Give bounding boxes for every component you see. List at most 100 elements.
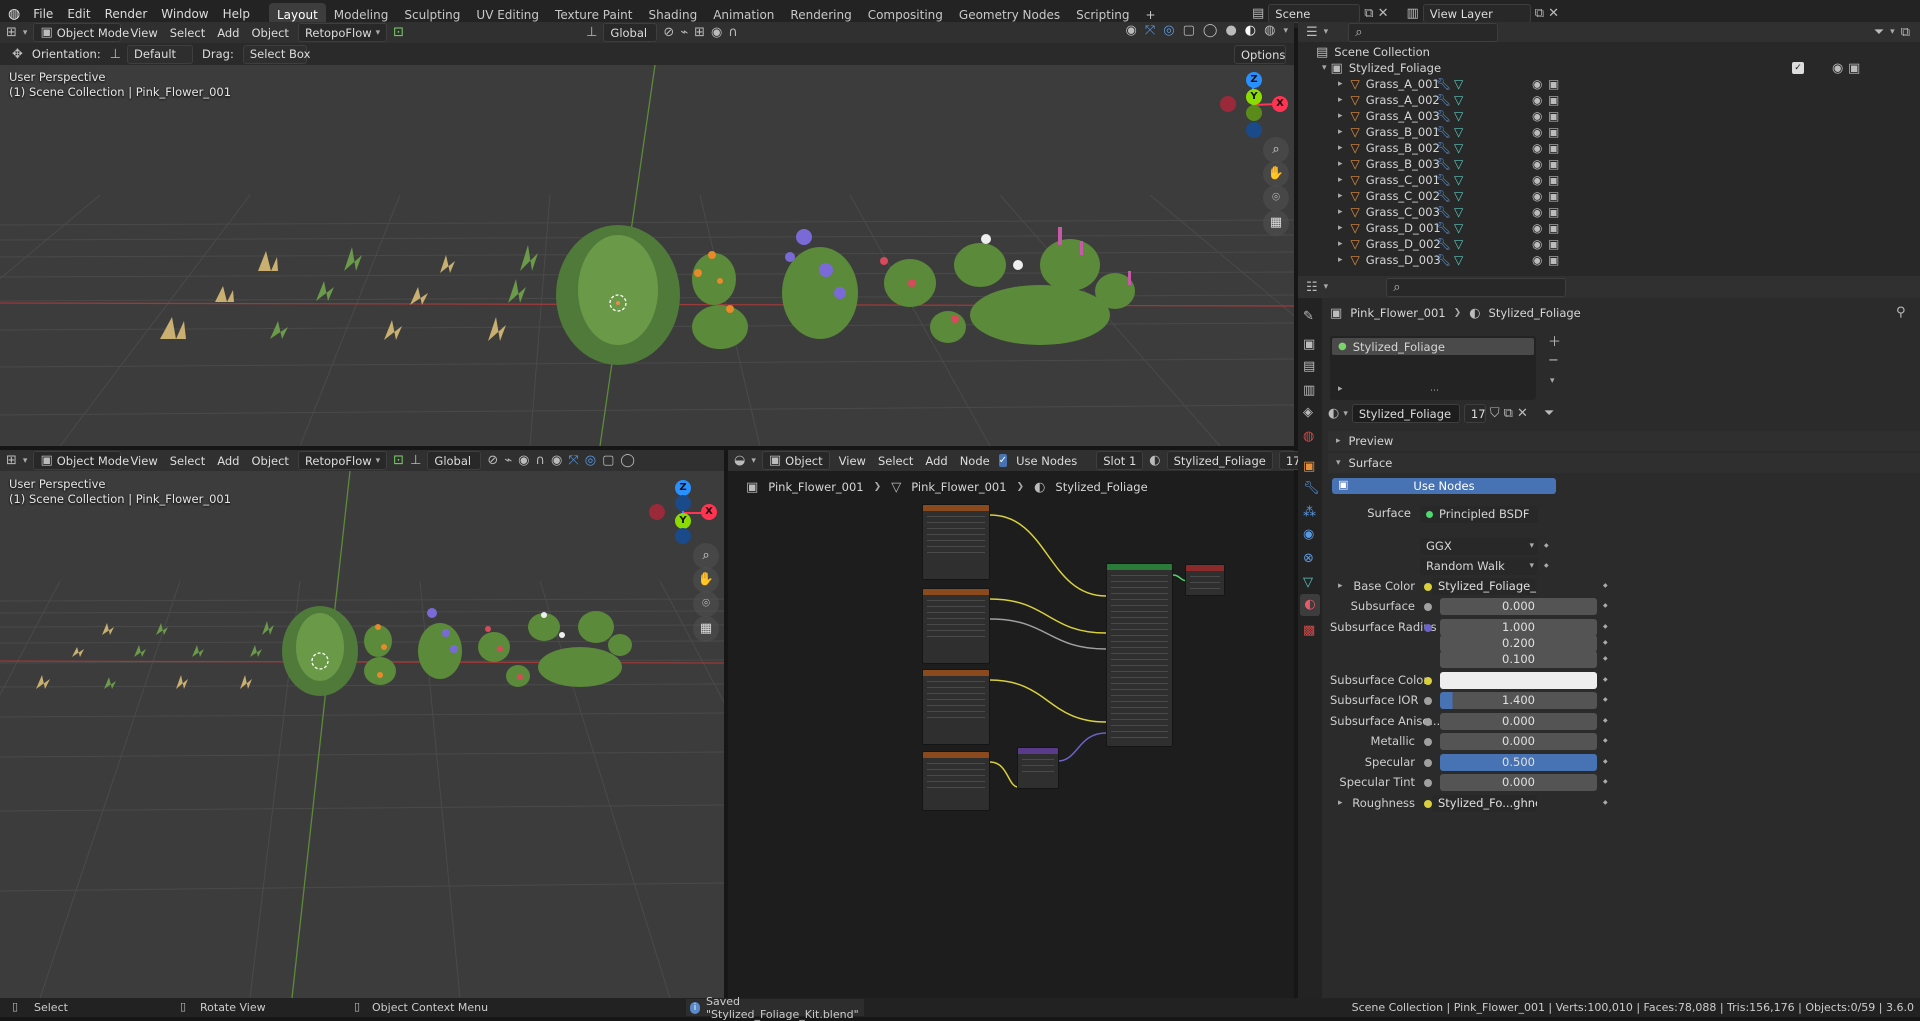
- numeric-field[interactable]: 0.100: [1440, 651, 1597, 668]
- gizmo2-neg-z[interactable]: [675, 495, 691, 511]
- view-layer-tab-icon[interactable]: ▥: [1303, 384, 1315, 397]
- keyframe-dot-icon[interactable]: ◆: [1603, 717, 1608, 724]
- image-texture-node-opacity[interactable]: [922, 669, 990, 745]
- visibility-eye-icon[interactable]: ◉: [1532, 174, 1542, 186]
- expand-icon[interactable]: ▸: [1338, 127, 1343, 137]
- node-editor-type-icon[interactable]: ◒: [734, 454, 745, 467]
- viewport-3d-top[interactable]: User Perspective (1) Scene Collection | …: [0, 65, 1294, 446]
- new-view-layer-icon[interactable]: ⧉: [1535, 7, 1544, 20]
- pivot-icon[interactable]: ⊘: [663, 26, 674, 39]
- falloff-icon[interactable]: ∩: [728, 26, 738, 39]
- modifier-icon[interactable]: 🔧︎: [1436, 78, 1451, 90]
- mesh-data-icon[interactable]: ▽: [1454, 174, 1463, 186]
- outliner-object-row[interactable]: ▸ ▽ Grass_D_003 🔧︎ ▽ ◉ ▣: [1338, 252, 1920, 268]
- outliner-object-row[interactable]: ▸ ▽ Grass_D_002 🔧︎ ▽ ◉ ▣: [1338, 236, 1920, 252]
- expand-icon[interactable]: ▸: [1338, 239, 1343, 249]
- shader-type-selector[interactable]: ▣ Object: [761, 451, 830, 470]
- overlay-toggle-icon[interactable]: ◎: [1163, 24, 1174, 37]
- outliner-search-input[interactable]: ⌕: [1348, 22, 1499, 42]
- mesh-data-icon[interactable]: ▽: [1454, 158, 1463, 170]
- unlink-material-icon[interactable]: ✕: [1517, 407, 1528, 420]
- slot-specials-icon[interactable]: ▾: [1550, 376, 1555, 386]
- render-camera-icon[interactable]: ▣: [1548, 78, 1559, 90]
- texture-link-field[interactable]: Stylized_Fo...ghness.tga: [1432, 795, 1537, 812]
- keyframe-dot-icon[interactable]: ◆: [1603, 623, 1608, 630]
- list-resize-grip[interactable]: ⋯: [1430, 386, 1439, 396]
- surface-panel-header[interactable]: ▾ Surface: [1328, 453, 1920, 473]
- mesh-data-icon[interactable]: ▽: [1454, 254, 1463, 266]
- gizmo-neg-z[interactable]: [1246, 122, 1262, 138]
- node-editor[interactable]: ▣ Pink_Flower_001 ❯ ▽ Pink_Flower_001 ❯ …: [728, 471, 1294, 998]
- render-camera-icon[interactable]: ▣: [1548, 254, 1559, 266]
- wireframe-shading-icon[interactable]: ◯: [1203, 24, 1218, 37]
- menu-view[interactable]: View: [127, 454, 160, 468]
- pin-icon[interactable]: ⚲: [1896, 306, 1906, 319]
- pivot-icon[interactable]: ⊘: [487, 454, 498, 467]
- modifier-icon[interactable]: 🔧︎: [1436, 126, 1451, 138]
- outliner-object-row[interactable]: ▸ ▽ Grass_C_002 🔧︎ ▽ ◉ ▣: [1338, 188, 1920, 204]
- menu-object[interactable]: Object: [248, 454, 291, 468]
- visibility-eye-icon[interactable]: ◉: [1532, 206, 1542, 218]
- delete-scene-icon[interactable]: ✕: [1378, 7, 1389, 20]
- visibility-eye-icon[interactable]: ◉: [1532, 142, 1542, 154]
- socket-icon[interactable]: [1424, 624, 1432, 632]
- orientation-selector[interactable]: Global: [427, 451, 482, 470]
- xray-icon[interactable]: ▢: [1183, 24, 1195, 37]
- material-shading-icon[interactable]: ◐: [1245, 24, 1256, 37]
- use-nodes-checkbox[interactable]: ✓: [998, 454, 1008, 467]
- render-camera-icon[interactable]: ▣: [1548, 94, 1559, 106]
- keyframe-dot-icon[interactable]: ◆: [1603, 639, 1608, 646]
- tool-tab-icon[interactable]: ✎: [1303, 310, 1314, 323]
- visibility-icon[interactable]: ◉: [551, 454, 562, 467]
- mesh-data-icon[interactable]: ▽: [1454, 126, 1463, 138]
- gizmo2-neg-x[interactable]: [649, 504, 665, 520]
- outliner-collection-row[interactable]: ▾ ▣ Stylized_Foliage ✓ ◉ ▣: [1322, 60, 1920, 76]
- modifier-icon[interactable]: 🔧︎: [1436, 222, 1451, 234]
- gizmo-neg-x[interactable]: [1220, 96, 1236, 112]
- socket-icon[interactable]: [1424, 800, 1432, 808]
- outliner-object-row[interactable]: ▸ ▽ Grass_B_002 🔧︎ ▽ ◉ ▣: [1338, 140, 1920, 156]
- image-texture-node-base-color[interactable]: [922, 504, 990, 580]
- principled-bsdf-node[interactable]: [1106, 563, 1173, 747]
- render-tab-icon[interactable]: ▣: [1303, 338, 1315, 351]
- expand-icon[interactable]: ▾: [1322, 63, 1327, 73]
- preview-panel-header[interactable]: ▸ Preview: [1328, 431, 1920, 451]
- outliner-scene-collection[interactable]: ▤ Scene Collection: [1316, 44, 1430, 60]
- keyframe-dot-icon[interactable]: ◆: [1603, 696, 1608, 703]
- render-camera-icon[interactable]: ▣: [1548, 190, 1559, 202]
- viewport-3d-bottom[interactable]: User Perspective (1) Scene Collection | …: [0, 471, 724, 998]
- retopoflow-menu[interactable]: RetopoFlow ▾: [297, 451, 388, 470]
- mesh-data-icon[interactable]: ▽: [1454, 222, 1463, 234]
- scene-tab-icon[interactable]: ◈: [1303, 406, 1313, 419]
- color-swatch-field[interactable]: [1440, 672, 1597, 689]
- expand-icon[interactable]: ▸: [1338, 111, 1343, 121]
- menu-select[interactable]: Select: [167, 454, 208, 468]
- modifier-icon[interactable]: 🔧︎: [1436, 190, 1451, 202]
- status-report[interactable]: i Saved "Stylized_Foliage_Kit.blend": [686, 995, 864, 1021]
- outliner-editor-icon[interactable]: ☰: [1306, 26, 1318, 39]
- visibility-eye-icon[interactable]: ◉: [1532, 190, 1542, 202]
- keyframe-dot-icon[interactable]: ◆: [1603, 676, 1608, 683]
- render-camera-icon[interactable]: ▣: [1548, 222, 1559, 234]
- constraints-tab-icon[interactable]: ⊗: [1303, 552, 1314, 565]
- editor-type-icon[interactable]: ⊞: [6, 454, 17, 467]
- render-camera-icon[interactable]: ▣: [1548, 142, 1559, 154]
- output-tab-icon[interactable]: ▤: [1303, 360, 1315, 373]
- grid-perspective-icon[interactable]: ▦: [1263, 210, 1289, 236]
- modifier-tab-icon[interactable]: 🔧︎: [1303, 482, 1320, 495]
- material-output-node[interactable]: [1185, 564, 1225, 596]
- numeric-field[interactable]: 0.000: [1440, 598, 1597, 615]
- gizmo2-y-axis[interactable]: Y: [675, 513, 691, 529]
- list-expand-icon[interactable]: ▸: [1338, 384, 1343, 394]
- gizmo-neg-y[interactable]: [1246, 105, 1262, 121]
- modifier-icon[interactable]: 🔧︎: [1436, 238, 1451, 250]
- visibility-eye-icon[interactable]: ◉: [1532, 94, 1542, 106]
- render-camera-icon[interactable]: ▣: [1548, 206, 1559, 218]
- xray-icon[interactable]: ▢: [602, 454, 614, 467]
- keyframe-dot-icon[interactable]: ◆: [1603, 758, 1608, 765]
- keyframe-dot-icon[interactable]: ◆: [1544, 562, 1549, 569]
- node-menu-select[interactable]: Select: [875, 454, 916, 468]
- normal-map-node[interactable]: [1017, 747, 1059, 789]
- mesh-data-icon[interactable]: ▽: [1454, 190, 1463, 202]
- material-browse-icon[interactable]: ◐: [1149, 454, 1160, 467]
